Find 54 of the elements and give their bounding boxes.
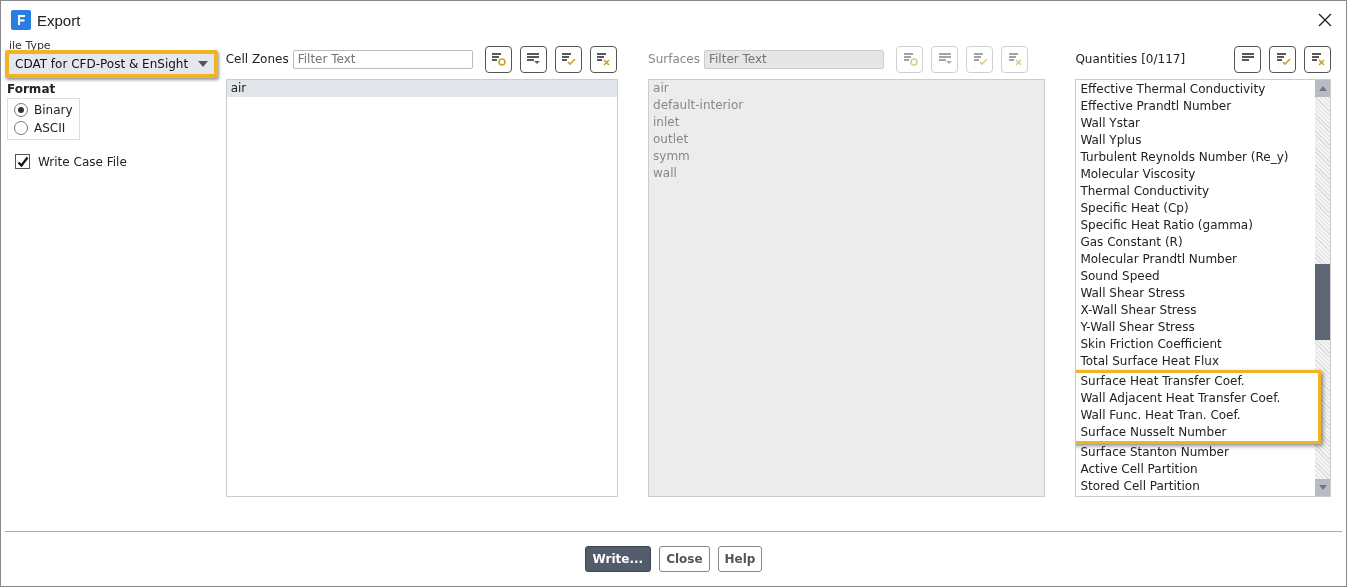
list-item[interactable]: Molecular Prandtl Number (1076, 251, 1315, 268)
caret-icon (198, 61, 209, 67)
radio-button[interactable] (14, 103, 28, 117)
list-item[interactable]: Wall Adjacent Heat Transfer Coef. (1076, 390, 1313, 407)
checkbox[interactable] (15, 154, 30, 169)
list-item[interactable]: Effective Prandtl Number (1076, 98, 1315, 115)
list-item[interactable]: Total Surface Heat Flux (1076, 353, 1315, 370)
list-item[interactable]: Active Cell Partition (1076, 461, 1315, 478)
list-item[interactable]: Y-Wall Shear Stress (1076, 319, 1315, 336)
list-item[interactable]: Surface Stanton Number (1076, 444, 1315, 461)
list-lines-icon[interactable] (1234, 45, 1261, 73)
dialog-button[interactable]: Close (659, 546, 710, 572)
list-cross-icon[interactable] (589, 45, 617, 73)
radio-button[interactable] (14, 121, 28, 135)
checkbox-label: Write Case File (38, 154, 127, 169)
field-label: ile Type (9, 41, 51, 50)
scroll-thumb[interactable] (1315, 264, 1330, 340)
write-button[interactable]: Write... (584, 546, 652, 572)
window-title: Export (37, 11, 82, 29)
list-item[interactable]: air (226, 80, 618, 97)
list-check-icon[interactable] (554, 45, 582, 73)
list-item[interactable]: Skin Friction Coefficient (1076, 336, 1315, 353)
list-item[interactable]: Stored Cell Partition (1076, 478, 1315, 495)
list-item[interactable]: Wall Yplus (1076, 132, 1315, 149)
filter-field[interactable]: Filter Text (292, 49, 473, 69)
close-icon[interactable] (1318, 13, 1332, 27)
list-check-icon[interactable] (1269, 45, 1296, 73)
option-label: ASCII (34, 121, 66, 135)
list-dropdown-icon[interactable] (519, 45, 547, 73)
list-item[interactable]: Surface Nusselt Number (1076, 424, 1313, 441)
list-cross-icon[interactable] (1304, 45, 1331, 73)
list-item[interactable]: Specific Heat (Cp) (1076, 200, 1315, 217)
list-item[interactable]: Wall Ystar (1076, 115, 1315, 132)
list-item[interactable]: X-Wall Shear Stress (1076, 302, 1315, 319)
file-type-dropdown[interactable]: CDAT for CFD-Post & EnSight (5, 50, 219, 78)
scrollbar[interactable] (1315, 80, 1330, 496)
list-item[interactable]: Molecular Viscosity (1076, 166, 1315, 183)
dialog-button[interactable]: Help (717, 546, 763, 572)
list-item[interactable]: Thermal Conductivity (1076, 183, 1315, 200)
list-item[interactable]: Specific Heat Ratio (gamma) (1076, 217, 1315, 234)
panel-label: Quantities (1075, 52, 1138, 66)
list-item[interactable]: Surface Heat Transfer Coef. (1076, 373, 1313, 390)
list-item[interactable]: Wall Func. Heat Tran. Coef. (1076, 407, 1313, 424)
list-item[interactable]: Wall Shear Stress (1076, 285, 1315, 302)
count-label: [0/117] (1141, 52, 1186, 66)
section-label: Format (7, 82, 56, 96)
list-item[interactable]: Turbulent Reynolds Number (Re_y) (1076, 149, 1315, 166)
panel-label: Surfaces (648, 52, 700, 66)
list-item[interactable]: Effective Thermal Conductivity (1076, 81, 1315, 98)
list-item[interactable]: Sound Speed (1076, 268, 1315, 285)
panel-label: Cell Zones (225, 52, 289, 66)
list-item[interactable]: Gas Constant (R) (1076, 234, 1315, 251)
option-label: Binary (34, 103, 73, 117)
app-logo-icon (11, 10, 31, 30)
